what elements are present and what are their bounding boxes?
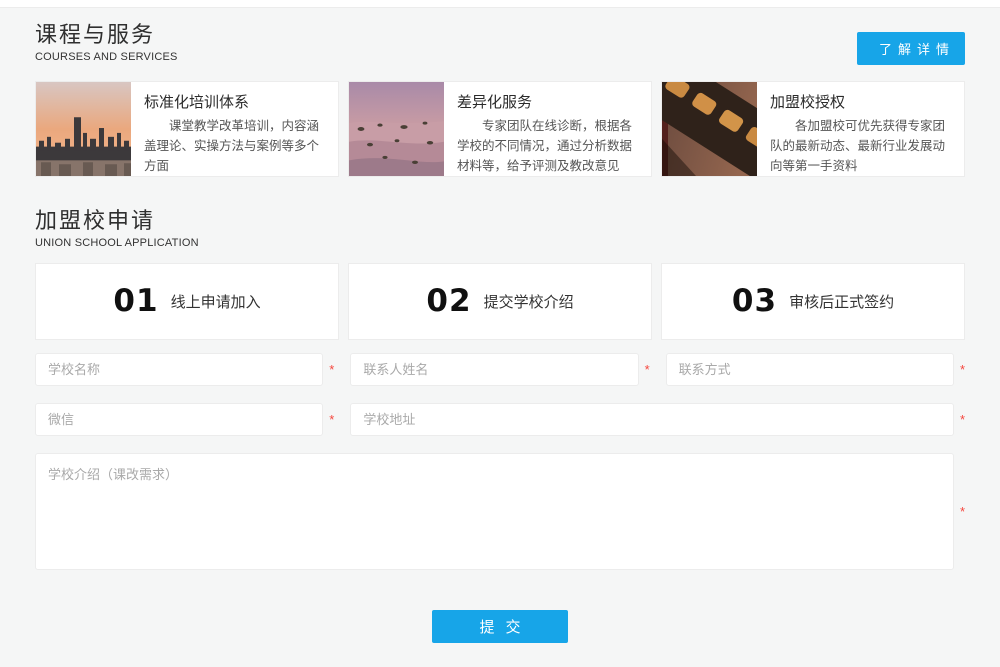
application-section-subtitle: UNION SCHOOL APPLICATION [35,237,199,249]
course-card-standard-training: 标准化培训体系 课堂教学改革培训，内容涵盖理论、实操方法与案例等多个方面 [35,81,339,177]
field-wechat: * [35,403,334,436]
required-marker: * [954,413,965,426]
wechat-input[interactable] [35,403,323,436]
courses-section-title: 课程与服务 [35,21,178,49]
submit-button[interactable]: 提交 [432,610,568,643]
course-cards-row: 标准化培训体系 课堂教学改革培训，内容涵盖理论、实操方法与案例等多个方面 [35,81,965,177]
application-form: * * * * * * [35,353,965,570]
step-number: 01 [113,283,158,319]
application-steps-row: 01 线上申请加入 02 提交学校介绍 03 审核后正式签约 [35,263,965,340]
school-address-input[interactable] [350,403,954,436]
film-strip-image [662,82,757,176]
courses-title-block: 课程与服务 COURSES AND SERVICES [35,21,178,63]
field-contact-phone: * [666,353,965,386]
city-sunset-skyline-image [36,82,131,176]
page: 课程与服务 COURSES AND SERVICES 了解详情 [0,21,1000,643]
card-text: 标准化培训体系 课堂教学改革培训，内容涵盖理论、实操方法与案例等多个方面 [131,82,338,176]
required-marker: * [954,505,965,518]
card-title: 加盟校授权 [770,91,951,112]
step-label: 线上申请加入 [171,291,261,312]
card-title: 差异化服务 [457,91,638,112]
step-label: 提交学校介绍 [484,291,574,312]
field-contact-name: * [350,353,649,386]
contact-name-input[interactable] [350,353,638,386]
desert-dusk-image [349,82,444,176]
step-label: 审核后正式签约 [789,291,894,312]
field-school-introduction: * [35,453,965,570]
top-divider [0,0,1000,8]
learn-more-button[interactable]: 了解详情 [857,32,965,65]
step-number: 02 [426,283,471,319]
step-number: 03 [732,283,777,319]
application-section-title: 加盟校申请 [35,207,199,235]
application-section-header: 加盟校申请 UNION SCHOOL APPLICATION [35,207,965,249]
course-card-franchise-authorization: 加盟校授权 各加盟校可优先获得专家团队的最新动态、最新行业发展动向等第一手资料 [661,81,965,177]
card-description: 专家团队在线诊断，根据各学校的不同情况，通过分析数据材料等，给予评测及教改意见 [457,117,638,176]
school-introduction-textarea[interactable] [35,453,954,570]
submit-row: 提交 [35,610,965,643]
contact-phone-input[interactable] [666,353,954,386]
course-card-differentiated-service: 差异化服务 专家团队在线诊断，根据各学校的不同情况，通过分析数据材料等，给予评测… [348,81,652,177]
courses-section-header: 课程与服务 COURSES AND SERVICES 了解详情 [35,21,965,65]
required-marker: * [954,363,965,376]
card-text: 差异化服务 专家团队在线诊断，根据各学校的不同情况，通过分析数据材料等，给予评测… [444,82,651,176]
card-description: 课堂教学改革培训，内容涵盖理论、实操方法与案例等多个方面 [144,117,325,176]
card-title: 标准化培训体系 [144,91,325,112]
step-card-2: 02 提交学校介绍 [348,263,652,340]
step-card-3: 03 审核后正式签约 [661,263,965,340]
required-marker: * [323,413,334,426]
field-school-address: * [350,403,965,436]
courses-section-subtitle: COURSES AND SERVICES [35,51,178,63]
school-name-input[interactable] [35,353,323,386]
application-title-block: 加盟校申请 UNION SCHOOL APPLICATION [35,207,199,249]
required-marker: * [639,363,650,376]
field-school-name: * [35,353,334,386]
card-text: 加盟校授权 各加盟校可优先获得专家团队的最新动态、最新行业发展动向等第一手资料 [757,82,964,176]
card-description: 各加盟校可优先获得专家团队的最新动态、最新行业发展动向等第一手资料 [770,117,951,176]
step-card-1: 01 线上申请加入 [35,263,339,340]
required-marker: * [323,363,334,376]
